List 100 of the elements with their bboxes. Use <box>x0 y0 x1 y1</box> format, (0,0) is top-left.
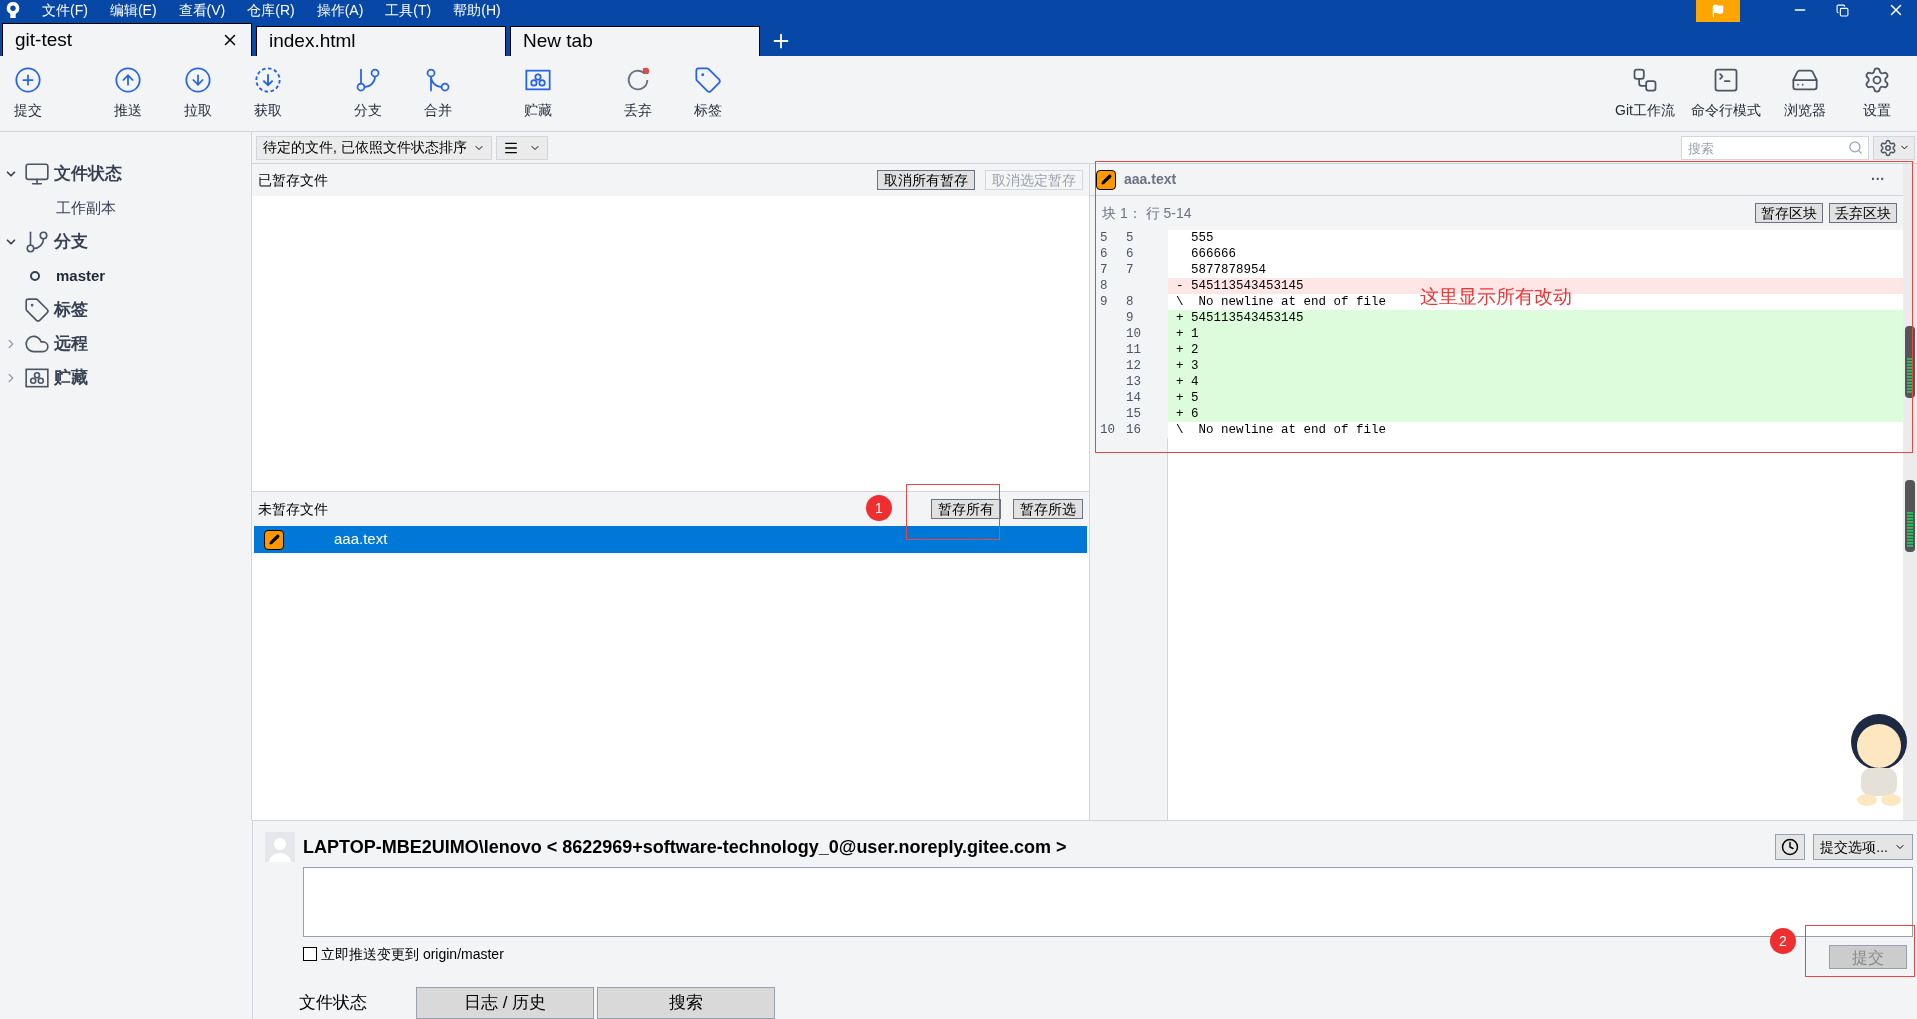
search-icon <box>1848 139 1863 155</box>
menu-item[interactable]: 查看(V) <box>178 3 226 17</box>
restore-icon[interactable] <box>1836 3 1849 17</box>
line-number: 14 <box>1126 390 1141 406</box>
dashed-download-icon <box>254 66 282 94</box>
bottom-tab[interactable]: 日志 / 历史 <box>416 987 594 1019</box>
toolbar-button[interactable]: 获取 <box>240 66 296 121</box>
more-menu[interactable]: ··· <box>1871 169 1885 190</box>
line-number: 10 <box>1100 422 1115 438</box>
sidebar-item[interactable]: 文件状态 <box>0 157 251 191</box>
terminal-icon <box>1712 66 1740 94</box>
menu-item[interactable]: 操作(A) <box>316 3 364 17</box>
action-button[interactable]: 暂存所选 <box>1013 499 1083 519</box>
sidebar-item[interactable]: 远程 <box>0 327 251 361</box>
sidebar-item[interactable]: 标签 <box>0 293 251 327</box>
code-text: + 1 <box>1168 326 1903 342</box>
line-number: 7 <box>1100 262 1108 278</box>
code-text: + 4 <box>1168 374 1903 390</box>
commit-options-dropdown[interactable]: 提交选项... <box>1813 834 1913 860</box>
toolbar-button[interactable]: 贮藏 <box>510 66 566 121</box>
settings-icon <box>1863 66 1891 94</box>
bottom-tab[interactable]: 搜索 <box>597 987 775 1019</box>
settings-icon <box>1878 138 1897 157</box>
tag-icon <box>694 66 722 94</box>
step-badge: 1 <box>866 495 892 521</box>
settings-dropdown[interactable] <box>1873 135 1915 160</box>
line-number: 6 <box>1100 246 1108 262</box>
toolbar-button[interactable]: 丢弃 <box>610 66 666 121</box>
tab-label: git-test <box>15 27 74 52</box>
file-row[interactable]: aaa.text <box>254 526 1087 553</box>
line-number: 11 <box>1126 342 1141 358</box>
level-meter-icon <box>1905 326 1915 398</box>
modified-icon <box>1096 169 1116 190</box>
code-text: + 2 <box>1168 342 1903 358</box>
line-number: 9 <box>1100 294 1108 310</box>
action-button[interactable]: 取消所有暂存 <box>877 170 975 190</box>
code-text: 5877878954 <box>1168 262 1903 278</box>
document-tab[interactable]: index.html <box>256 26 506 56</box>
tag-icon <box>24 297 50 323</box>
push-checkbox[interactable]: 立即推送变更到 origin/master <box>303 943 504 965</box>
toolbar-button[interactable]: 拉取 <box>170 66 226 121</box>
sort-dropdown[interactable]: 待定的文件, 已依照文件状态排序 <box>256 135 492 160</box>
search-field[interactable]: 搜索 <box>1681 136 1869 160</box>
code-text: 666666 <box>1168 246 1903 262</box>
toolbar-button[interactable]: Git工作流 <box>1611 66 1679 121</box>
clock-icon <box>1781 838 1800 856</box>
tab-label: index.html <box>269 29 357 54</box>
toolbar-button[interactable]: 标签 <box>680 66 736 121</box>
menu-item[interactable]: 文件(F) <box>42 3 88 17</box>
commit-message-field[interactable] <box>303 867 1913 937</box>
line-number: 12 <box>1126 358 1141 374</box>
document-tab[interactable]: git-test <box>2 23 252 56</box>
toolbar-button[interactable]: 浏览器 <box>1773 66 1837 121</box>
sidebar-item[interactable]: 分支 <box>0 225 251 259</box>
author-text: LAPTOP-MBE2UIMO\lenovo < 8622969+software-technology_0@user.noreply.gitee.com > <box>303 835 1068 859</box>
menu-item[interactable]: 仓库(R) <box>247 3 295 17</box>
line-number: 8 <box>1126 294 1134 310</box>
sidebar-item[interactable]: 工作副本 <box>0 191 251 225</box>
checkbox[interactable] <box>303 947 317 961</box>
toolbar-button[interactable]: 分支 <box>340 66 396 121</box>
current-branch-icon <box>30 271 40 281</box>
toolbar-button[interactable]: 命令行模式 <box>1687 66 1765 121</box>
code-text: + 545113543453145 <box>1168 310 1903 326</box>
modified-icon <box>264 529 284 550</box>
line-number: 8 <box>1100 278 1108 294</box>
toolbar-button[interactable]: 提交 <box>0 66 56 121</box>
sidebar-item[interactable]: 贮藏 <box>0 361 251 395</box>
branch-icon <box>24 229 50 255</box>
view-dropdown[interactable] <box>495 135 548 160</box>
branch-icon <box>354 66 382 94</box>
section-title: 已暂存文件 <box>258 170 329 190</box>
file-name: aaa.text <box>1124 170 1178 189</box>
step-badge: 2 <box>1770 928 1796 954</box>
toolbar-button[interactable]: 合并 <box>410 66 466 121</box>
action-button[interactable]: 暂存所有 <box>931 499 1001 519</box>
line-number: 5 <box>1126 230 1134 246</box>
hunk-button[interactable]: 丢弃区块 <box>1829 203 1897 223</box>
flag-icon <box>1711 4 1725 18</box>
code-text: + 6 <box>1168 406 1903 422</box>
merge-icon <box>424 66 452 94</box>
hunk-title: 块 1： 行 5-14 <box>1102 203 1192 223</box>
menu-item[interactable]: 工具(T) <box>385 3 432 17</box>
document-tab[interactable]: New tab <box>510 26 760 56</box>
toolbar-button[interactable]: 设置 <box>1845 66 1909 121</box>
line-number: 9 <box>1126 310 1134 326</box>
code-text: + 5 <box>1168 390 1903 406</box>
level-meter-icon <box>1905 480 1915 552</box>
menu-item[interactable]: 帮助(H) <box>453 3 501 17</box>
toolbar-button[interactable]: 推送 <box>100 66 156 121</box>
line-number: 10 <box>1126 326 1141 342</box>
section-title: 未暂存文件 <box>258 499 328 519</box>
line-number: 7 <box>1126 262 1134 278</box>
code-text: + 3 <box>1168 358 1903 374</box>
sidebar-item[interactable]: master <box>0 259 251 293</box>
hunk-button[interactable]: 暂存区块 <box>1755 203 1823 223</box>
history-button[interactable] <box>1775 834 1806 860</box>
line-number: 16 <box>1126 422 1141 438</box>
code-text: 555 <box>1168 230 1903 246</box>
code-text: \ No newline at end of file <box>1168 422 1903 438</box>
menu-item[interactable]: 编辑(E) <box>109 3 157 17</box>
